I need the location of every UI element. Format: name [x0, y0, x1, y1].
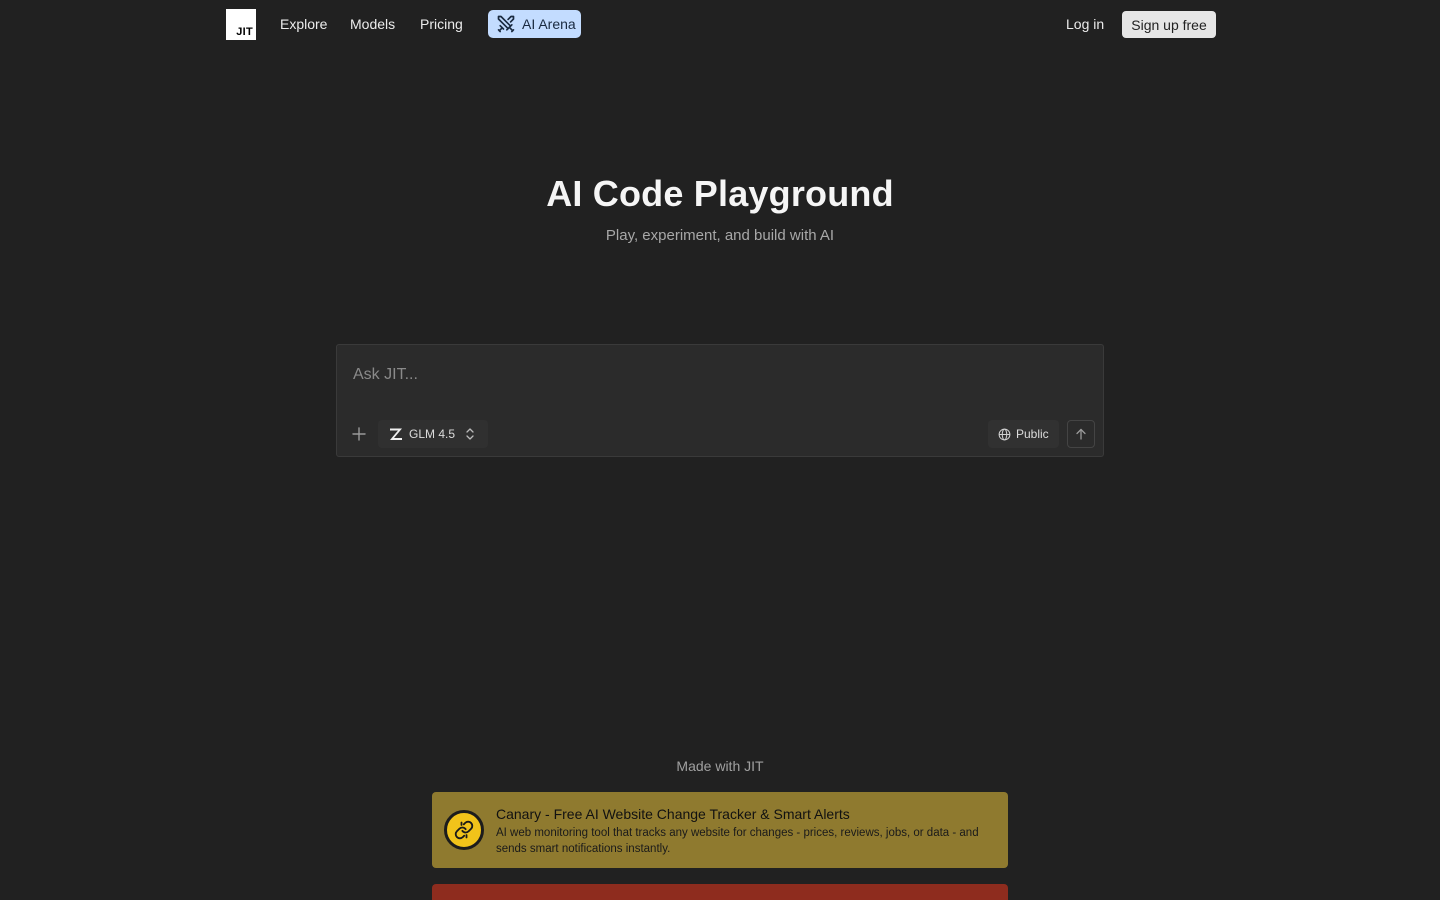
signup-button[interactable]: Sign up free: [1122, 11, 1216, 38]
ai-arena-label: AI Arena: [522, 16, 576, 32]
globe-icon: [998, 428, 1011, 440]
prompt-input[interactable]: [353, 363, 1083, 387]
top-nav: JIT Explore Models Pricing AI Arena Log …: [0, 0, 1440, 48]
nav-pricing[interactable]: Pricing: [420, 15, 463, 33]
page: JIT Explore Models Pricing AI Arena Log …: [0, 0, 1440, 900]
showcase-card[interactable]: [432, 884, 1008, 900]
jit-logo[interactable]: JIT: [226, 9, 256, 40]
visibility-toggle[interactable]: Public: [988, 420, 1059, 448]
model-selector[interactable]: GLM 4.5: [378, 420, 488, 448]
zhipu-logo-icon: [390, 428, 402, 440]
send-button[interactable]: [1067, 420, 1095, 448]
model-name: GLM 4.5: [409, 427, 456, 441]
page-subtitle: Play, experiment, and build with AI: [605, 227, 835, 244]
chevron-up-down-icon: [466, 428, 474, 440]
nav-explore[interactable]: Explore: [280, 15, 327, 33]
plus-icon: [352, 427, 366, 441]
logo-text: JIT: [236, 26, 253, 38]
arrow-up-icon: [1076, 428, 1086, 440]
card-title: Canary - Free AI Website Change Tracker …: [496, 806, 850, 822]
prompt-box: GLM 4.5 Public: [336, 344, 1104, 457]
login-link[interactable]: Log in: [1066, 15, 1104, 33]
visibility-label: Public: [1016, 427, 1049, 441]
showcase-heading: Made with JIT: [676, 758, 764, 774]
link-icon: [454, 820, 474, 840]
swords-icon: [497, 15, 515, 33]
ai-arena-button[interactable]: AI Arena: [488, 10, 581, 38]
page-title: AI Code Playground: [546, 173, 894, 214]
nav-models[interactable]: Models: [350, 15, 395, 33]
showcase-card[interactable]: Canary - Free AI Website Change Tracker …: [432, 792, 1008, 868]
card-description: AI web monitoring tool that tracks any w…: [496, 827, 979, 855]
card-avatar: [444, 810, 484, 850]
add-attachment-button[interactable]: [347, 422, 371, 446]
